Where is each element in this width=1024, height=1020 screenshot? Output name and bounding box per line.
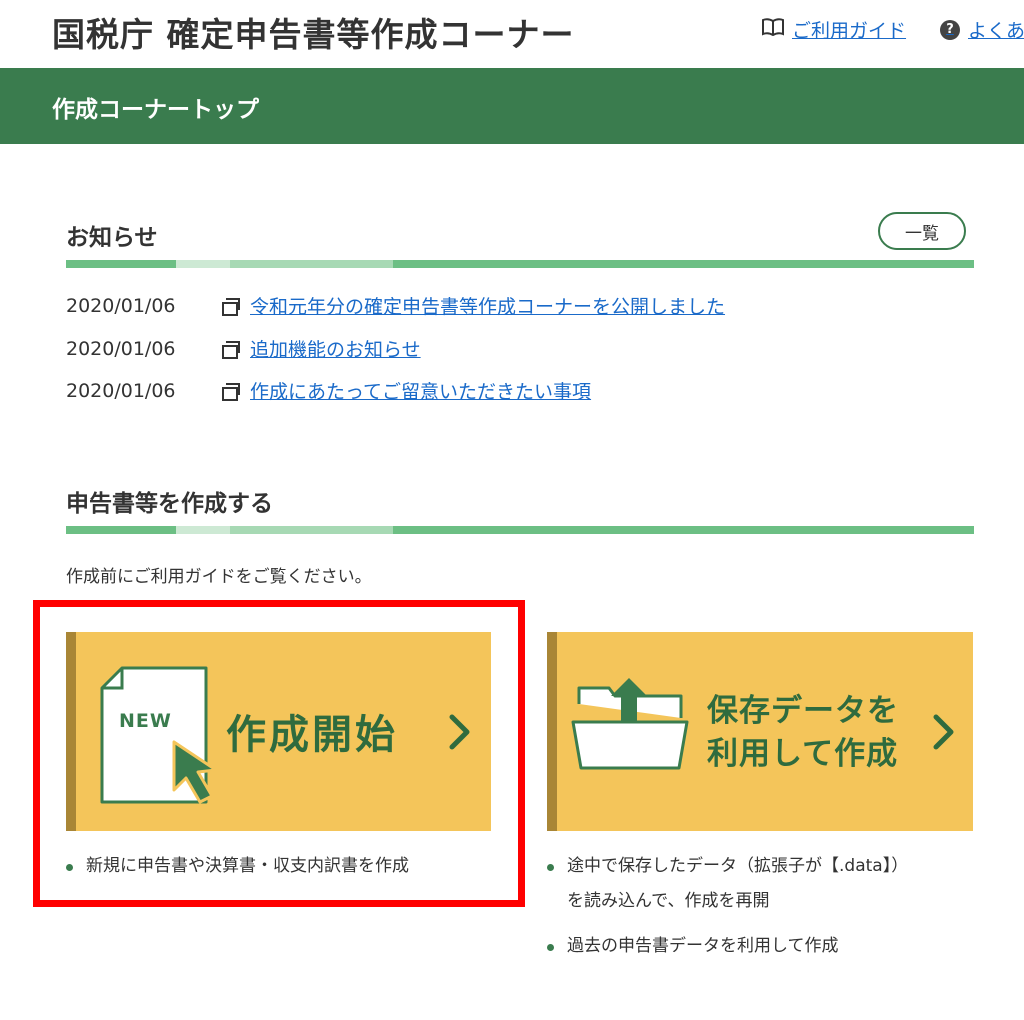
news-item: 2020/01/06 追加機能のお知らせ <box>66 335 421 362</box>
news-date: 2020/01/06 <box>66 337 176 360</box>
create-note: 作成前にご利用ガイドをご覧ください。 <box>66 567 372 587</box>
highlight-box <box>33 600 525 907</box>
list-item: 過去の申告書データを利用して作成 <box>547 929 839 964</box>
news-item: 2020/01/06 令和元年分の確定申告書等作成コーナーを公開しました <box>66 292 725 319</box>
create-divider <box>66 526 974 534</box>
load-saved-data-label: 保存データを 利用して作成 <box>707 690 899 776</box>
load-label-line1: 保存データを <box>707 693 899 729</box>
load-saved-data-button[interactable]: 保存データを 利用して作成 <box>547 632 973 831</box>
news-link[interactable]: 令和元年分の確定申告書等作成コーナーを公開しました <box>250 292 725 319</box>
news-item: 2020/01/06 作成にあたってご留意いただきたい事項 <box>66 377 591 404</box>
bullet-text: 途中で保存したデータ（拡張子が【.data】） <box>567 856 909 876</box>
news-date: 2020/01/06 <box>66 379 176 402</box>
new-window-icon <box>220 296 244 316</box>
nav-bar-title: 作成コーナートップ <box>52 97 259 123</box>
list-item: 途中で保存したデータ（拡張子が【.data】） を読み込んで、作成を再開 <box>547 849 908 919</box>
guide-link[interactable]: ご利用ガイド <box>762 16 906 43</box>
news-link[interactable]: 作成にあたってご留意いただきたい事項 <box>250 377 591 404</box>
faq-link[interactable]: ? よくあ <box>940 16 1024 43</box>
site-title: 国税庁 確定申告書等作成コーナー <box>52 15 575 54</box>
faq-link-label: よくあ <box>968 20 1024 42</box>
news-list-button[interactable]: 一覧 <box>878 212 966 250</box>
news-link[interactable]: 追加機能のお知らせ <box>250 335 421 362</box>
question-icon: ? <box>940 19 960 40</box>
news-divider <box>66 260 974 268</box>
book-icon <box>762 18 784 41</box>
new-window-icon <box>220 339 244 359</box>
bullet-dot <box>547 864 554 871</box>
load-label-line2: 利用して作成 <box>707 736 899 772</box>
news-date: 2020/01/06 <box>66 294 176 317</box>
new-window-icon <box>220 381 244 401</box>
bullet-text: 過去の申告書データを利用して作成 <box>567 936 839 956</box>
bullet-text: を読み込んで、作成を再開 <box>567 891 770 911</box>
bullet-dot <box>547 944 554 951</box>
folder-upload-icon <box>571 678 689 770</box>
nav-bar: 作成コーナートップ <box>0 68 1024 144</box>
create-section-title: 申告書等を作成する <box>66 491 273 517</box>
guide-link-label: ご利用ガイド <box>792 20 907 42</box>
news-section-title: お知らせ <box>66 225 158 251</box>
chevron-right-icon <box>933 714 954 750</box>
